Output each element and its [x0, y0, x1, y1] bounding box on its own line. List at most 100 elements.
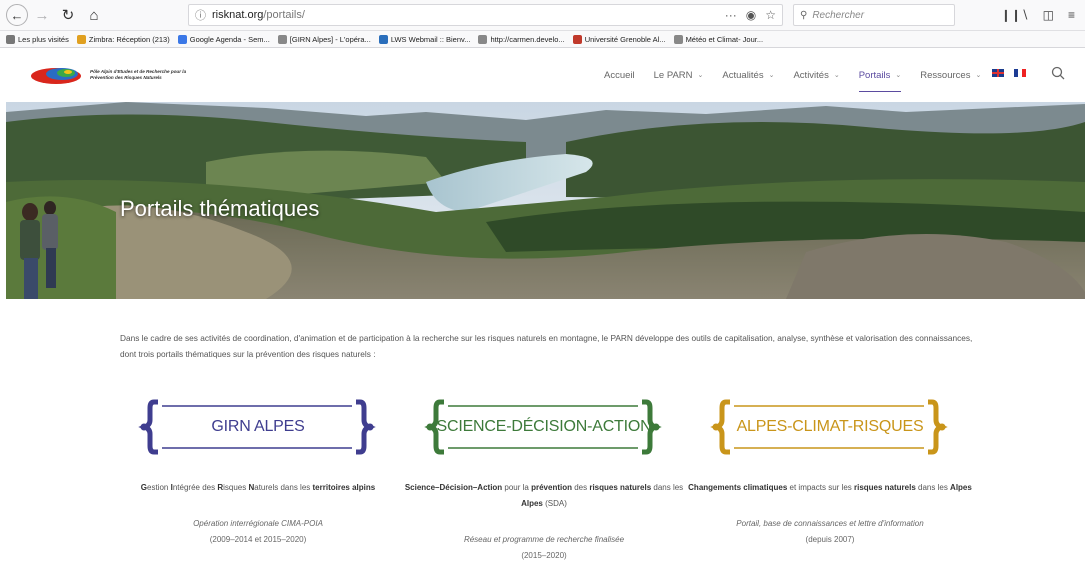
nav-item-ressources[interactable]: Ressources ⌄: [920, 48, 981, 102]
portal-description-part: Changements climatiques: [688, 483, 788, 492]
browser-toolbar: ← → ↻ ⌂ ⓘ risknat.org/portails/ ··· ◉ ☆ …: [0, 0, 1085, 31]
portal-description: Changements climatiques et impacts sur l…: [680, 480, 980, 496]
portal-card: ALPES-CLIMAT-RISQUES Changements climatiq…: [680, 398, 980, 548]
nav-item-label: Activités: [793, 69, 829, 81]
parn-logo-icon: [31, 68, 81, 84]
portal-badge-link[interactable]: ALPES-CLIMAT-RISQUES: [680, 398, 980, 456]
nav-item-activit-s[interactable]: Activités ⌄: [793, 48, 839, 102]
portal-description-part: et impacts sur les: [787, 483, 854, 492]
bookmark-item[interactable]: [GIRN Alpes] - L'opéra...: [277, 34, 371, 44]
portal-description-part: Alpes: [521, 499, 543, 508]
info-icon[interactable]: ⓘ: [195, 7, 206, 23]
bookmark-item[interactable]: LWS Webmail :: Bienv...: [378, 34, 471, 44]
back-button[interactable]: ←: [6, 4, 28, 26]
portal-description-part: des: [572, 483, 590, 492]
portal-description-part: Alpes: [950, 483, 972, 492]
logo-text: Pôle Alpin d'Etudes et de Recherche pour…: [90, 69, 187, 80]
nav-item-label: Actualités: [722, 69, 764, 81]
portal-subtitle: Opération interrégionale CIMA-POIA (2009–…: [108, 516, 408, 548]
nav-item-portails[interactable]: Portails ⌄: [858, 48, 902, 102]
bookmark-item[interactable]: http://carmen.develo...: [478, 34, 565, 44]
home-button[interactable]: ⌂: [82, 3, 106, 27]
portal-description-part: territoires alpins: [312, 483, 376, 492]
portal-description: Gestion Intégrée des Risques Naturels da…: [108, 480, 408, 496]
bookmark-icon: [673, 34, 683, 44]
search-icon: ⚲: [800, 9, 808, 21]
portal-description-part: isques: [223, 483, 249, 492]
bookmark-star-icon[interactable]: ☆: [765, 8, 776, 22]
page-title: Portails thématiques: [120, 196, 320, 221]
portal-card: GIRN ALPES Gestion Intégrée des Risques N…: [108, 398, 408, 548]
search-placeholder: Rechercher: [812, 9, 865, 21]
portal-title: SCIENCE-DÉCISION-ACTION: [436, 418, 652, 435]
bookmark-label: http://carmen.develo...: [490, 34, 565, 44]
bookmark-icon: [6, 34, 15, 44]
portal-program: Opération interrégionale CIMA-POIA: [193, 519, 323, 528]
portal-description-part: estion: [147, 483, 171, 492]
site-search-icon[interactable]: [1051, 66, 1065, 80]
main-nav: Accueil Le PARN ⌄ Actualités ⌄ Activités ⌄ Port…: [604, 48, 1000, 102]
portal-badge-link[interactable]: SCIENCE-DÉCISION-ACTION: [394, 398, 694, 456]
bookmark-label: Zimbra: Réception (213): [88, 34, 170, 44]
nav-item-label: Le PARN: [653, 69, 693, 81]
bookmark-item[interactable]: Université Grenoble Al...: [572, 34, 666, 44]
nav-item-label: Portails: [858, 69, 891, 81]
portal-dates: (2015–2020): [521, 551, 567, 560]
bookmark-icon: [478, 34, 488, 44]
portal-description: Science–Décision–Action pour la préventi…: [394, 480, 694, 512]
bookmark-item[interactable]: Zimbra: Réception (213): [76, 34, 170, 44]
bookmark-icon: [76, 34, 86, 44]
portal-program: Portail, base de connaissances et lettre…: [736, 519, 924, 528]
chevron-down-icon: ⌄: [895, 72, 902, 79]
portal-title: GIRN ALPES: [211, 418, 305, 435]
bookmark-item[interactable]: Météo et Climat- Jour...: [673, 34, 764, 44]
portal-description-part: dans les: [915, 483, 951, 492]
reload-button[interactable]: ↻: [56, 3, 80, 27]
portal-description-part: aturels dans les: [254, 483, 313, 492]
url-host: risknat.org: [212, 9, 264, 21]
portal-subtitle: Réseau et programme de recherche finalis…: [394, 532, 694, 564]
portal-description-part: (SDA): [542, 499, 567, 508]
bookmark-icon: [277, 34, 287, 44]
uk-flag-icon[interactable]: [992, 69, 1004, 77]
nav-item-le-parn[interactable]: Le PARN ⌄: [654, 48, 704, 102]
menu-icon[interactable]: ≡: [1068, 8, 1075, 22]
fr-flag-icon[interactable]: [1014, 69, 1026, 77]
bookmark-item[interactable]: Les plus visités: [6, 34, 69, 44]
portal-description-part: risques naturels: [853, 483, 916, 492]
chevron-down-icon: ⌄: [833, 72, 840, 79]
bookmark-label: Université Grenoble Al...: [584, 34, 666, 44]
portal-description-part: risques naturels: [589, 483, 652, 492]
browser-search-input[interactable]: ⚲ Rechercher: [793, 4, 955, 26]
portal-description-part: prévention: [531, 483, 572, 492]
portal-description-part: ntégrée des: [172, 483, 218, 492]
portal-badge-link[interactable]: GIRN ALPES: [108, 398, 408, 456]
pocket-icon[interactable]: ◉: [746, 8, 756, 22]
bookmark-label: Météo et Climat- Jour...: [685, 34, 764, 44]
bookmark-icon: [378, 34, 388, 44]
nav-item-label: Ressources: [920, 69, 971, 81]
site-logo[interactable]: Pôle Alpin d'Etudes et de Recherche pour…: [30, 65, 190, 85]
portal-dates: (2009–2014 et 2015–2020): [209, 535, 307, 544]
nav-item-accueil[interactable]: Accueil: [604, 48, 635, 102]
bookmark-icon: [572, 34, 582, 44]
forward-button[interactable]: →: [30, 3, 54, 27]
portal-title: ALPES-CLIMAT-RISQUES: [736, 418, 924, 435]
intro-paragraph: Dans le cadre de ses activités de coordi…: [120, 333, 973, 359]
site-header: Pôle Alpin d'Etudes et de Recherche pour…: [0, 48, 1085, 102]
url-bar[interactable]: ⓘ risknat.org/portails/ ··· ◉ ☆: [188, 4, 783, 26]
sidebar-icon[interactable]: ◫: [1043, 8, 1054, 22]
url-path: /portails/: [263, 9, 305, 21]
nav-item-actualit-s[interactable]: Actualités ⌄: [722, 48, 774, 102]
bookmark-label: [GIRN Alpes] - L'opéra...: [289, 34, 371, 44]
library-icon[interactable]: ❙❙∖: [1001, 8, 1029, 22]
bookmark-item[interactable]: Google Agenda - Sem...: [177, 34, 270, 44]
bookmark-label: LWS Webmail :: Bienv...: [390, 34, 471, 44]
portal-subtitle: Portail, base de connaissances et lettre…: [680, 516, 980, 548]
bookmark-label: Google Agenda - Sem...: [189, 34, 270, 44]
bookmark-label: Les plus visités: [18, 34, 69, 44]
chevron-down-icon: ⌄: [768, 72, 775, 79]
page-actions-icon[interactable]: ···: [725, 8, 737, 22]
portal-program: Réseau et programme de recherche finalis…: [463, 535, 625, 544]
hero-banner: Portails thématiques: [6, 102, 1085, 299]
